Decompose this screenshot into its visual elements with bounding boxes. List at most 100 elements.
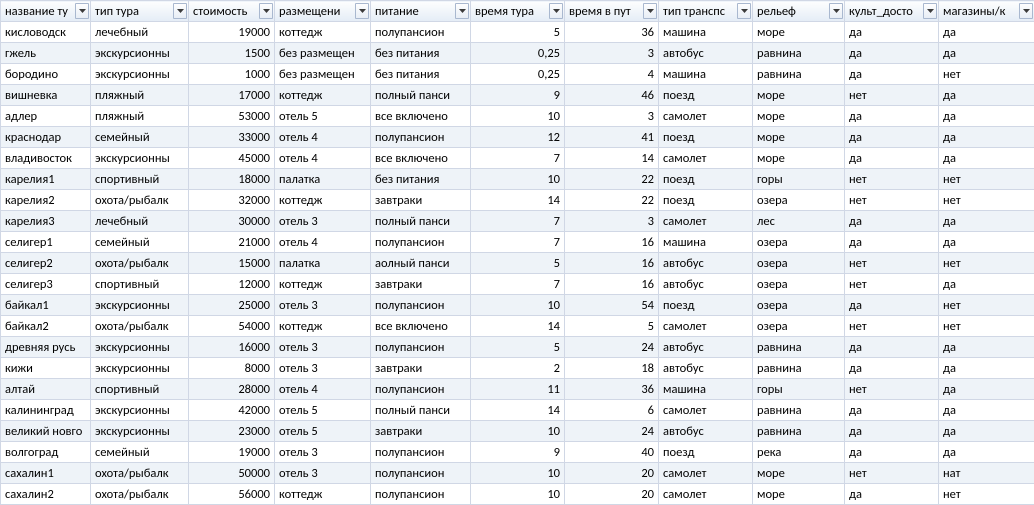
cell[interactable]: 50000 [189, 463, 275, 484]
cell[interactable]: река [753, 442, 845, 463]
cell[interactable]: полупансион [371, 484, 471, 505]
cell[interactable]: да [845, 295, 939, 316]
cell[interactable]: отель 3 [275, 337, 371, 358]
cell[interactable]: коттедж [275, 22, 371, 43]
column-header[interactable]: культ_досто [845, 1, 939, 22]
column-header[interactable]: стоимость [189, 1, 275, 22]
cell[interactable]: 5 [471, 253, 565, 274]
cell[interactable]: да [845, 484, 939, 505]
cell[interactable]: озера [753, 232, 845, 253]
filter-dropdown-icon[interactable] [259, 3, 273, 19]
cell[interactable]: машина [659, 379, 753, 400]
cell[interactable]: да [939, 43, 1034, 64]
filter-dropdown-icon[interactable] [75, 3, 89, 19]
cell[interactable]: да [845, 421, 939, 442]
cell[interactable]: равнина [753, 358, 845, 379]
cell[interactable]: 54 [565, 295, 659, 316]
cell[interactable]: 56000 [189, 484, 275, 505]
cell[interactable]: селигер1 [1, 232, 91, 253]
cell[interactable]: охота/рыбалк [91, 463, 189, 484]
cell[interactable]: нет [939, 316, 1034, 337]
column-header[interactable]: время в пут [565, 1, 659, 22]
cell[interactable]: экскурсионны [91, 64, 189, 85]
cell[interactable]: 17000 [189, 85, 275, 106]
cell[interactable]: да [845, 148, 939, 169]
cell[interactable]: отель 4 [275, 379, 371, 400]
cell[interactable]: поезд [659, 85, 753, 106]
cell[interactable]: море [753, 463, 845, 484]
cell[interactable]: 1500 [189, 43, 275, 64]
cell[interactable]: море [753, 85, 845, 106]
cell[interactable]: семейный [91, 127, 189, 148]
cell[interactable]: карелия2 [1, 190, 91, 211]
cell[interactable]: 0,25 [471, 43, 565, 64]
filter-dropdown-icon[interactable] [455, 3, 469, 19]
cell[interactable]: самолет [659, 463, 753, 484]
cell[interactable]: калининград [1, 400, 91, 421]
column-header[interactable]: рельеф [753, 1, 845, 22]
cell[interactable]: 10 [471, 421, 565, 442]
cell[interactable]: древняя русь [1, 337, 91, 358]
cell[interactable]: спортивный [91, 379, 189, 400]
cell[interactable]: полный панси [371, 400, 471, 421]
cell[interactable]: озера [753, 295, 845, 316]
cell[interactable]: волгоград [1, 442, 91, 463]
cell[interactable]: 42000 [189, 400, 275, 421]
cell[interactable]: все включено [371, 316, 471, 337]
cell[interactable]: селигер3 [1, 274, 91, 295]
cell[interactable]: полупансион [371, 379, 471, 400]
cell[interactable]: 0,25 [471, 64, 565, 85]
cell[interactable]: море [753, 106, 845, 127]
cell[interactable]: отель 3 [275, 463, 371, 484]
cell[interactable]: аолный панси [371, 253, 471, 274]
cell[interactable]: отель 4 [275, 232, 371, 253]
cell[interactable]: 4 [565, 64, 659, 85]
cell[interactable]: нет [939, 253, 1034, 274]
cell[interactable]: море [753, 127, 845, 148]
cell[interactable]: экскурсионны [91, 400, 189, 421]
cell[interactable]: полупансион [371, 22, 471, 43]
cell[interactable]: 3 [565, 43, 659, 64]
cell[interactable]: охота/рыбалк [91, 253, 189, 274]
cell[interactable]: 14 [565, 148, 659, 169]
cell[interactable]: да [845, 22, 939, 43]
cell[interactable]: кисловодск [1, 22, 91, 43]
cell[interactable]: отель 5 [275, 421, 371, 442]
cell[interactable]: 54000 [189, 316, 275, 337]
filter-dropdown-icon[interactable] [355, 3, 369, 19]
cell[interactable]: машина [659, 64, 753, 85]
cell[interactable]: да [939, 232, 1034, 253]
cell[interactable]: 8000 [189, 358, 275, 379]
cell[interactable]: 24 [565, 337, 659, 358]
cell[interactable]: полупансион [371, 295, 471, 316]
cell[interactable]: да [939, 442, 1034, 463]
cell[interactable]: да [845, 106, 939, 127]
cell[interactable]: вишневка [1, 85, 91, 106]
cell[interactable]: отель 4 [275, 148, 371, 169]
cell[interactable]: да [939, 337, 1034, 358]
cell[interactable]: автобус [659, 337, 753, 358]
filter-dropdown-icon[interactable] [643, 3, 657, 19]
cell[interactable]: озера [753, 253, 845, 274]
cell[interactable]: лес [753, 211, 845, 232]
cell[interactable]: 20 [565, 484, 659, 505]
cell[interactable]: великий новго [1, 421, 91, 442]
cell[interactable]: полный панси [371, 211, 471, 232]
cell[interactable]: экскурсионны [91, 358, 189, 379]
cell[interactable]: коттедж [275, 484, 371, 505]
cell[interactable]: охота/рыбалк [91, 484, 189, 505]
cell[interactable]: 36 [565, 379, 659, 400]
cell[interactable]: 28000 [189, 379, 275, 400]
cell[interactable]: равнина [753, 64, 845, 85]
cell[interactable]: экскурсионны [91, 295, 189, 316]
cell[interactable]: 14 [471, 316, 565, 337]
cell[interactable]: 22 [565, 169, 659, 190]
column-header[interactable]: название ту [1, 1, 91, 22]
cell[interactable]: 7 [471, 232, 565, 253]
column-header[interactable]: тип тура [91, 1, 189, 22]
cell[interactable]: 10 [471, 106, 565, 127]
cell[interactable]: 10 [471, 463, 565, 484]
cell[interactable]: отель 4 [275, 127, 371, 148]
cell[interactable]: автобус [659, 43, 753, 64]
cell[interactable]: семейный [91, 232, 189, 253]
